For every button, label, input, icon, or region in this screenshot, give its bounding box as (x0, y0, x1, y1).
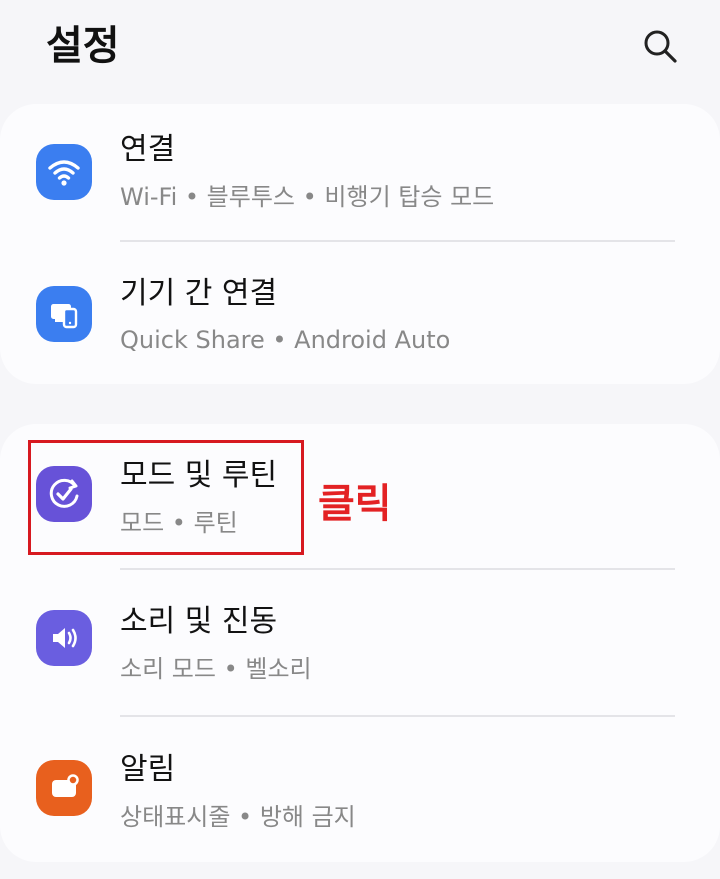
settings-item-sound-vibration[interactable]: 소리 및 진동 소리 모드 • 벨소리 (0, 572, 720, 718)
search-icon (644, 30, 677, 63)
divider (120, 715, 675, 717)
click-annotation: 클릭 (318, 481, 392, 527)
volume-icon (36, 610, 92, 666)
highlight-box (28, 440, 304, 555)
settings-item-device-connection[interactable]: 기기 간 연결 Quick Share • Android Auto (0, 244, 720, 390)
settings-item-title: 연결 (120, 132, 176, 167)
page-title: 설정 (46, 23, 120, 69)
settings-item-notifications[interactable]: 알림 상태표시줄 • 방해 금지 (0, 718, 720, 864)
settings-item-title: 알림 (120, 752, 176, 787)
wifi-icon (36, 144, 92, 200)
settings-item-subtitle: Wi-Fi • 블루투스 • 비행기 탑승 모드 (120, 183, 495, 211)
divider (120, 240, 675, 242)
settings-item-connections[interactable]: 연결 Wi-Fi • 블루투스 • 비행기 탑승 모드 (0, 104, 720, 250)
settings-item-title: 기기 간 연결 (120, 276, 278, 311)
settings-item-subtitle: 상태표시줄 • 방해 금지 (120, 803, 356, 831)
app-header: 설정 (0, 0, 720, 100)
settings-item-title: 소리 및 진동 (120, 604, 278, 639)
notification-icon (36, 760, 92, 816)
settings-item-subtitle: 소리 모드 • 벨소리 (120, 655, 312, 683)
devices-icon (36, 286, 92, 342)
divider (120, 568, 675, 570)
settings-group-connections: 연결 Wi-Fi • 블루투스 • 비행기 탑승 모드 기기 간 연결 Quic… (0, 104, 720, 384)
search-button[interactable] (636, 22, 684, 70)
settings-item-subtitle: Quick Share • Android Auto (120, 326, 451, 354)
